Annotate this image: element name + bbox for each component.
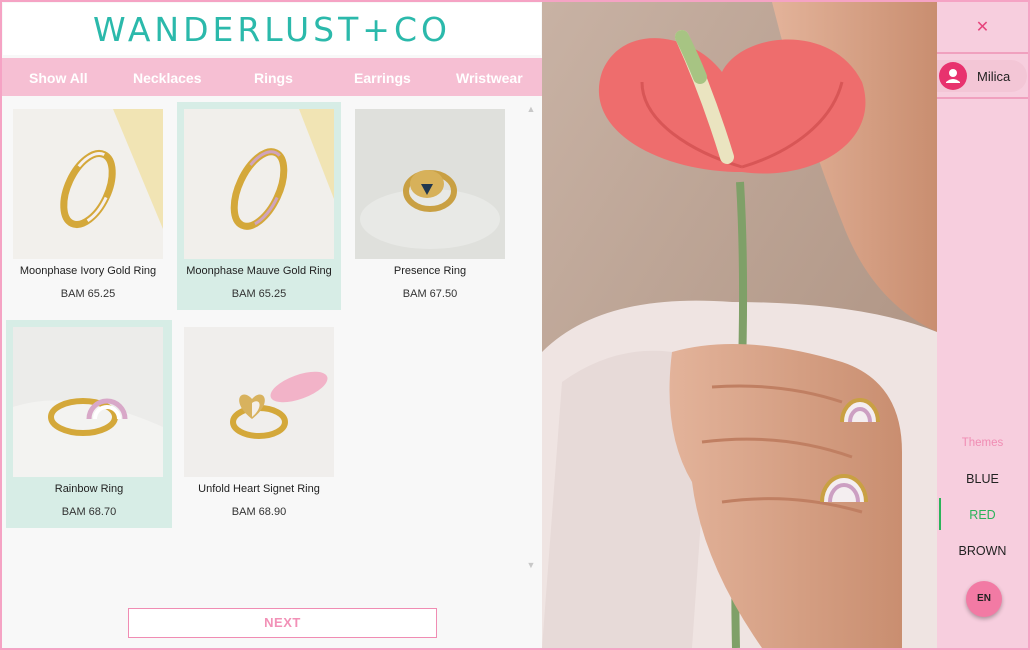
theme-blue[interactable]: BLUE: [937, 472, 1028, 486]
product-price: BAM 68.90: [231, 506, 287, 518]
themes-title: Themes: [961, 437, 1004, 449]
product-image: [355, 109, 505, 259]
product-image: [184, 109, 334, 259]
category-nav: Show All Necklaces Rings Earrings Wristw…: [2, 58, 542, 96]
right-sidebar: ✕ Milica Themes BLUE RED BROWN EN: [937, 2, 1028, 648]
app-window: WANDERLUST+CO Show All Necklaces Rings E…: [2, 2, 1028, 648]
product-price: BAM 67.50: [402, 288, 458, 300]
product-card[interactable]: Presence Ring BAM 67.50: [348, 102, 512, 310]
product-price: BAM 68.70: [61, 506, 117, 518]
user-name: Milica: [977, 69, 1011, 84]
hero-photo: [542, 2, 937, 648]
scroll-down-arrow-icon[interactable]: ▼: [524, 558, 538, 572]
product-name: Presence Ring: [393, 265, 467, 277]
language-button[interactable]: EN: [966, 581, 1002, 617]
nav-necklaces[interactable]: Necklaces: [133, 70, 202, 86]
avatar: [939, 62, 967, 90]
product-card[interactable]: Unfold Heart Signet Ring BAM 68.90: [177, 320, 341, 528]
close-icon[interactable]: ✕: [937, 2, 1028, 54]
nav-wristwear[interactable]: Wristwear: [456, 70, 523, 86]
catalog-panel: WANDERLUST+CO Show All Necklaces Rings E…: [2, 2, 542, 648]
product-image: [184, 327, 334, 477]
theme-red[interactable]: RED: [937, 508, 1028, 522]
product-card[interactable]: Moonphase Ivory Gold Ring BAM 65.25: [6, 102, 170, 310]
user-menu[interactable]: Milica: [937, 60, 1027, 92]
scroll-up-arrow-icon[interactable]: ▲: [524, 102, 538, 116]
logo: WANDERLUST+CO: [93, 9, 451, 49]
product-name: Unfold Heart Signet Ring: [198, 483, 320, 495]
product-price: BAM 65.25: [231, 288, 287, 300]
nav-earrings[interactable]: Earrings: [354, 70, 411, 86]
header: WANDERLUST+CO: [3, 3, 541, 55]
product-card[interactable]: Rainbow Ring BAM 68.70: [6, 320, 172, 528]
product-card[interactable]: Moonphase Mauve Gold Ring BAM 65.25: [177, 102, 341, 310]
product-image: [13, 327, 163, 477]
nav-rings[interactable]: Rings: [254, 70, 293, 86]
product-name: Moonphase Ivory Gold Ring: [19, 265, 157, 277]
next-button[interactable]: NEXT: [128, 608, 437, 638]
nav-show-all[interactable]: Show All: [29, 70, 88, 86]
product-price: BAM 65.25: [60, 288, 116, 300]
product-image: [13, 109, 163, 259]
product-name: Moonphase Mauve Gold Ring: [186, 265, 332, 277]
product-grid: ▲ Moonphase Ivory Gold Ring BAM 65.25 Mo…: [2, 96, 542, 586]
product-name: Rainbow Ring: [54, 483, 124, 495]
divider: [937, 97, 1028, 99]
theme-brown[interactable]: BROWN: [937, 544, 1028, 558]
